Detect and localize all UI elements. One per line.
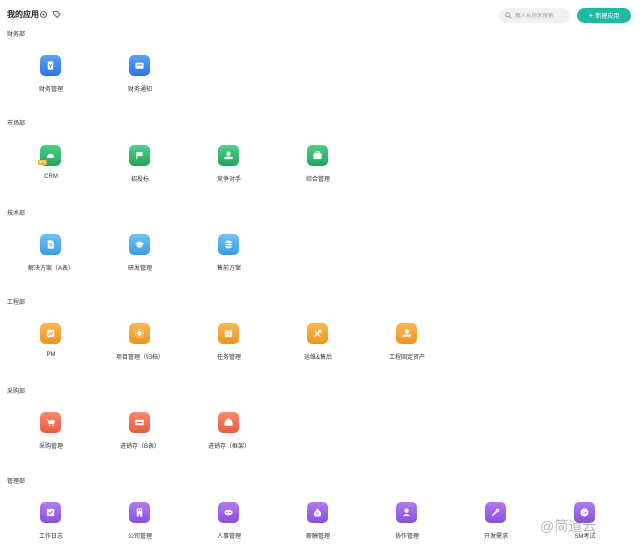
section-title-finance: 财务部: [7, 32, 26, 38]
app-tile-crm[interactable]: 新版 CRM: [11, 145, 91, 193]
app-tile-fixed-assets[interactable]: 工程固定资产: [367, 323, 447, 371]
people-icon: [218, 502, 239, 523]
svg-text:¥: ¥: [316, 511, 319, 516]
app-label: 综合管理: [305, 177, 330, 183]
settings-icon[interactable]: [39, 10, 48, 19]
app-tile-salary-management[interactable]: ¥ 薪酬管理: [278, 502, 358, 550]
app-label: 协作管理: [394, 534, 419, 540]
inbox-icon: [218, 412, 239, 433]
app-tile-work-log[interactable]: 工作日志: [11, 502, 91, 550]
person-icon: [396, 502, 417, 523]
app-label: 招投标: [130, 177, 149, 183]
app-label: CRM: [44, 174, 58, 180]
section-title-engineering: 工程部: [7, 300, 26, 306]
app-tile-bidding[interactable]: 招投标: [100, 145, 180, 193]
app-label: 工程固定资产: [388, 355, 425, 361]
app-tile-operations-aftersales[interactable]: 运维&售后: [278, 323, 358, 371]
app-label: PM: [46, 352, 56, 358]
section-title-purchasing: 采购部: [7, 389, 26, 395]
tools-icon: [307, 323, 328, 344]
app-tile-inventory-b[interactable]: 进销存（B表）: [100, 412, 180, 460]
wrench-icon: [485, 502, 506, 523]
app-label: 工作日志: [38, 534, 63, 540]
new-app-button-label: 新建应用: [595, 14, 620, 20]
watermark: @简道云: [540, 518, 597, 534]
section-title-management: 管理部: [7, 479, 26, 485]
money-bag-icon: ¥: [307, 502, 328, 523]
new-version-badge: 新版: [38, 160, 47, 165]
app-tile-solution-a[interactable]: 解决方案（A表）: [11, 234, 91, 282]
section-title-market: 市场部: [7, 121, 26, 127]
hand-icon: [218, 145, 239, 166]
ticket-icon: [129, 412, 150, 433]
search-box[interactable]: [499, 8, 571, 23]
app-label: 竞争对手: [216, 177, 241, 183]
app-tile-finance-notice[interactable]: 财务通知: [100, 55, 180, 103]
section-title-tech: 技术部: [7, 211, 26, 217]
app-tile-purchase-management[interactable]: 采购管理: [11, 412, 91, 460]
app-tile-task-management[interactable]: 任务管理: [189, 323, 269, 371]
app-tile-inventory-framework[interactable]: 进销存（框架）: [189, 412, 269, 460]
card-icon: [129, 55, 150, 76]
app-tile-company-management[interactable]: 公司管理: [100, 502, 180, 550]
app-label: 进销存（框架）: [207, 444, 250, 450]
globe-icon: [218, 234, 239, 255]
flag-icon: [129, 145, 150, 166]
check-icon: [40, 502, 61, 523]
new-app-button[interactable]: + 新建应用: [577, 8, 631, 23]
tag-icon[interactable]: [52, 10, 61, 19]
app-label: 解决方案（A表）: [27, 266, 74, 272]
app-tile-collaboration-management[interactable]: 协作管理: [367, 502, 447, 550]
app-label: 售前方案: [216, 266, 241, 272]
calendar-icon: [218, 323, 239, 344]
crm-icon: 新版: [38, 145, 61, 166]
chart-icon: [40, 323, 61, 344]
app-label: 薪酬管理: [305, 534, 330, 540]
app-label: 采购管理: [38, 444, 63, 450]
cart-icon: [40, 412, 61, 433]
app-label: 公司管理: [127, 534, 152, 540]
app-label: 研发管理: [127, 266, 152, 272]
app-tile-hr-management[interactable]: 人事管理: [189, 502, 269, 550]
wallet-icon: ¥: [40, 55, 61, 76]
app-tile-finance-management[interactable]: ¥ 财务管理: [11, 55, 91, 103]
app-label: 运维&售后: [303, 355, 332, 361]
document-icon: [40, 234, 61, 255]
app-tile-rd-management[interactable]: 研发管理: [100, 234, 180, 282]
app-tile-dev-requirements[interactable]: 开发需求: [456, 502, 536, 550]
app-tile-presales-solution[interactable]: 售前方案: [189, 234, 269, 282]
app-tile-competitors[interactable]: 竞争对手: [189, 145, 269, 193]
plus-icon: +: [588, 10, 594, 20]
page-title: 我的应用: [7, 10, 39, 19]
app-label: 开发需求: [483, 534, 508, 540]
app-tile-project-archive[interactable]: 项目管理（归档）: [100, 323, 180, 371]
svg-text:¥: ¥: [49, 64, 53, 70]
app-label: 财务通知: [127, 87, 152, 93]
top-bar: 我的应用 + 新建应用: [0, 0, 640, 30]
sun-icon: [129, 323, 150, 344]
cap-icon: [129, 234, 150, 255]
app-tile-general-management[interactable]: 综合管理: [278, 145, 358, 193]
app-tile-pm[interactable]: PM: [11, 323, 91, 371]
app-label: 人事管理: [216, 534, 241, 540]
app-label: 任务管理: [216, 355, 241, 361]
search-input[interactable]: [515, 12, 571, 19]
app-label: 财务管理: [38, 87, 63, 93]
search-icon: [505, 12, 512, 19]
building-icon: [129, 502, 150, 523]
app-label: 进销存（B表）: [119, 444, 160, 450]
briefcase-icon: [307, 145, 328, 166]
hand-coin-icon: [396, 323, 417, 344]
app-label: 项目管理（归档）: [115, 355, 164, 361]
